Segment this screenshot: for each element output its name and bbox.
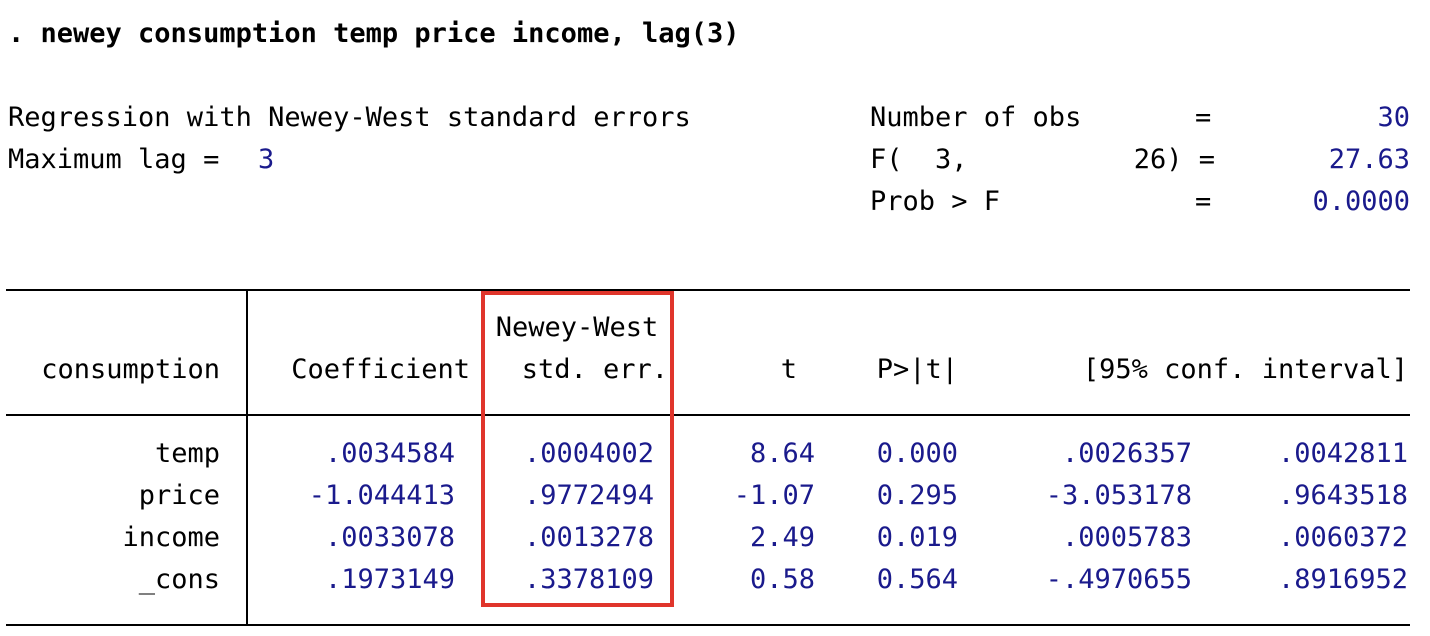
row-coef: .1973149 [324,564,455,595]
row-t: 2.49 [749,522,815,553]
se-column-highlight-box [481,291,674,607]
row-p: 0.295 [876,480,958,511]
stat-f-value: 27.63 [1328,144,1410,175]
row-t: 8.64 [749,438,815,469]
row-coef: .0034584 [324,438,455,469]
table-header-rule [6,414,1410,416]
stata-command: . newey consumption temp price income, l… [8,18,740,49]
row-p: 0.564 [876,564,958,595]
max-lag-label: Maximum lag = [8,144,220,175]
row-ci-low: -3.053178 [1045,480,1192,511]
row-ci-low: -.4970655 [1045,564,1192,595]
row-coef: -1.044413 [308,480,455,511]
row-ci-high: .9643518 [1277,480,1408,511]
row-ci-low: .0005783 [1061,522,1192,553]
row-var: temp [154,438,220,469]
row-ci-high: .0042811 [1277,438,1408,469]
row-t: -1.07 [733,480,815,511]
row-ci-high: .0060372 [1277,522,1408,553]
row-coef: .0033078 [324,522,455,553]
col-header-coef: Coefficient [291,354,470,385]
row-t: 0.58 [749,564,815,595]
row-p: 0.000 [876,438,958,469]
row-ci-low: .0026357 [1061,438,1192,469]
stat-obs-value: 30 [1377,102,1410,133]
col-header-depvar: consumption [41,354,220,385]
row-var: price [138,480,220,511]
regression-title: Regression with Newey-West standard erro… [8,102,691,133]
row-var: income [122,522,220,553]
col-header-t: t [780,354,797,385]
stat-f-label: F( 3, [870,144,968,175]
max-lag-value: 3 [258,144,275,175]
table-divider [246,289,248,626]
stat-obs-eq: = [1195,102,1212,133]
stat-prob-value: 0.0000 [1312,186,1410,217]
stat-prob-label: Prob > F [870,186,1001,217]
stat-obs-label: Number of obs [870,102,1082,133]
table-top-rule [6,289,1410,291]
col-header-ci: [95% conf. interval] [1082,354,1408,385]
row-p: 0.019 [876,522,958,553]
row-ci-high: .8916952 [1277,564,1408,595]
col-header-p: P>|t| [876,354,958,385]
row-var: _cons [138,564,220,595]
stat-f-df2: 26) = [1133,144,1215,175]
table-bottom-rule [6,624,1410,626]
stat-prob-eq: = [1195,186,1212,217]
